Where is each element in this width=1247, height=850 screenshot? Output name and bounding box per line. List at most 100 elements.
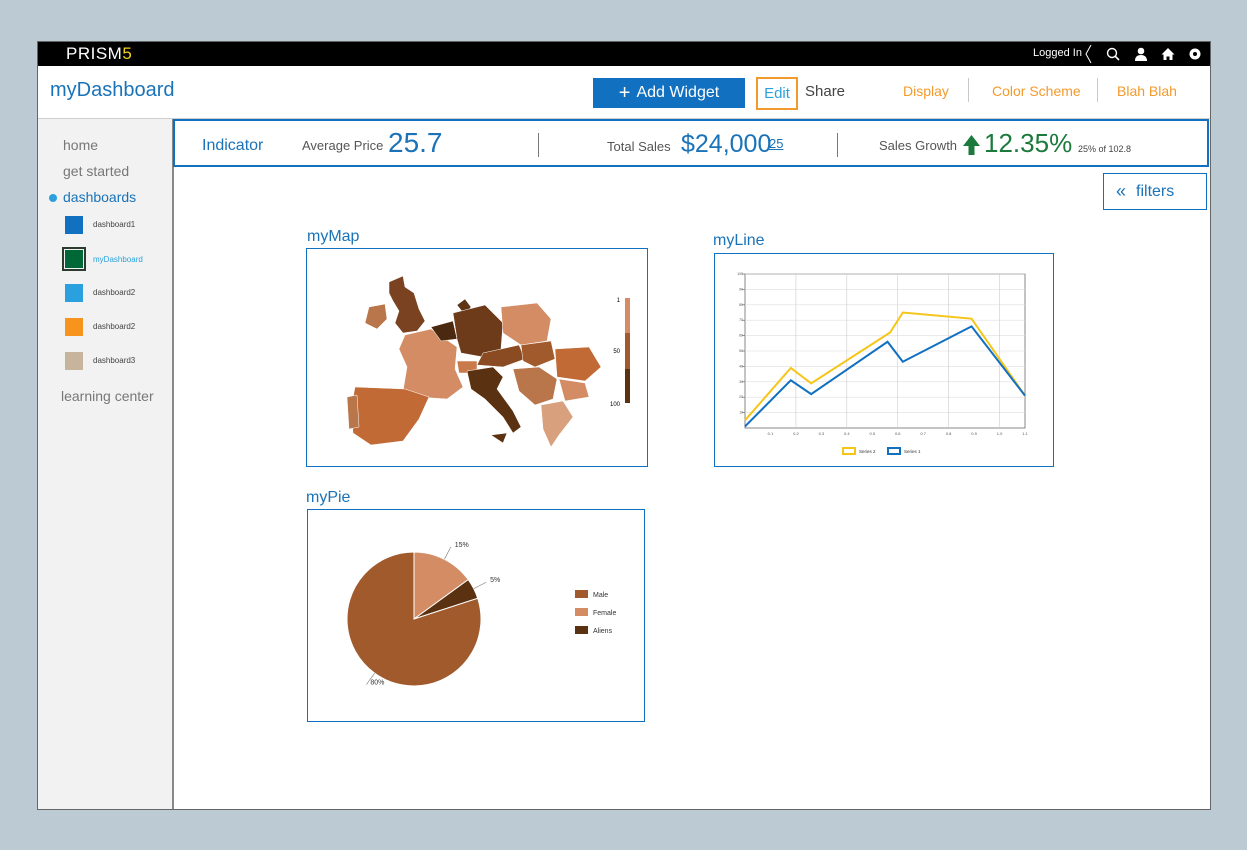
arrow-up-icon (963, 135, 980, 155)
map-region[interactable] (554, 346, 602, 382)
sidebar-item-dashboards[interactable]: dashboards (63, 189, 136, 205)
sidebar-dashboard-item[interactable]: dashboard3 (93, 356, 135, 365)
dashboard1-swatch[interactable] (65, 216, 83, 234)
europe-choropleth-map[interactable]: 1 50 100 (307, 249, 647, 466)
y-tick-label: 10 (739, 411, 743, 415)
dashboard-header: myDashboard + Add Widget Edit Share Displ… (38, 66, 1210, 119)
sidebar-dashboard-item[interactable]: dashboard1 (93, 220, 135, 229)
home-icon[interactable] (1161, 47, 1175, 61)
map-widget[interactable]: 1 50 100 (306, 248, 648, 467)
divider-chevron-icon (1085, 44, 1092, 64)
filters-button[interactable]: « filters (1103, 173, 1207, 210)
brand-accent: 5 (122, 44, 133, 63)
map-region[interactable] (466, 366, 522, 434)
map-widget-title: myMap (307, 228, 360, 245)
map-region[interactable] (452, 304, 504, 358)
page-title: myDashboard (50, 79, 175, 101)
double-chevron-left-icon: « (1116, 181, 1127, 201)
pie-widget[interactable]: 15% 5% 80% Male Female Aliens (307, 509, 645, 722)
user-icon[interactable] (1134, 47, 1148, 61)
x-tick-label: 0.8 (946, 431, 952, 436)
map-region[interactable] (364, 303, 388, 330)
map-region[interactable] (558, 378, 590, 402)
map-region[interactable] (350, 386, 430, 446)
indicator-title: Indicator (202, 137, 264, 154)
x-tick-label: 0.7 (920, 431, 926, 436)
sidebar-dashboard-item[interactable]: dashboard2 (93, 322, 135, 331)
x-tick-label: 0.4 (844, 431, 850, 436)
dashboard3-swatch[interactable] (65, 352, 83, 370)
sidebar-item-get-started[interactable]: get started (63, 163, 129, 179)
filters-label: filters (1136, 182, 1175, 200)
dashboard2-swatch[interactable] (65, 318, 83, 336)
total-sales-value: $24,000 (681, 130, 772, 158)
line-widget-title: myLine (713, 232, 765, 249)
map-region[interactable] (520, 340, 556, 368)
pie-leader-line (444, 546, 452, 560)
map-region[interactable] (512, 366, 558, 406)
y-tick-label: 100 (737, 272, 743, 276)
y-tick-label: 40 (739, 364, 743, 368)
map-region[interactable] (346, 394, 360, 430)
line-chart[interactable]: 10 20 30 40 50 60 70 80 90 100 0.1 0.2 0.3 0.4 0.5 0.6 0… (715, 254, 1053, 466)
edit-button[interactable]: Edit (756, 77, 798, 110)
legend-label: Female (593, 610, 616, 617)
share-button[interactable]: Share (805, 83, 845, 100)
brand-logo[interactable]: PRISM5 (66, 44, 132, 64)
active-indicator-dot (49, 194, 57, 202)
y-tick-label: 70 (739, 318, 743, 322)
sidebar: home get started dashboards dashboard1 m… (38, 119, 174, 809)
map-legend-bar-light (625, 298, 630, 333)
legend-label: Series 1 (904, 449, 921, 454)
blah-blah-menu[interactable]: Blah Blah (1117, 83, 1177, 99)
map-region[interactable] (388, 275, 426, 334)
x-tick-label: 0.6 (895, 431, 901, 436)
y-tick-label: 90 (739, 287, 743, 291)
y-tick-label: 60 (739, 334, 743, 338)
legend-swatch (887, 447, 901, 455)
search-icon[interactable] (1106, 47, 1120, 61)
map-region[interactable] (490, 432, 508, 444)
pie-data-label: 5% (490, 577, 500, 584)
logged-in-status: Logged In (1033, 47, 1082, 59)
add-widget-button[interactable]: + Add Widget (593, 78, 745, 108)
sidebar-item-home[interactable]: home (63, 137, 98, 153)
mydashboard-swatch[interactable] (62, 247, 86, 271)
map-region[interactable] (500, 302, 552, 346)
sales-growth-note: 25% of 102.8 (1078, 144, 1132, 154)
legend-swatch (575, 608, 588, 616)
plus-icon: + (618, 82, 631, 104)
display-menu[interactable]: Display (903, 83, 949, 99)
top-bar: PRISM5 Logged In (38, 42, 1210, 66)
legend-label: Aliens (593, 628, 613, 635)
pie-data-label: 80% (370, 680, 384, 687)
indicator-divider (538, 133, 539, 157)
sales-growth-label: Sales Growth (879, 138, 958, 153)
sidebar-dashboard-item[interactable]: dashboard2 (93, 288, 135, 297)
pie-leader-line (473, 581, 487, 589)
sidebar-item-learning-center[interactable]: learning center (61, 388, 154, 404)
sidebar-dashboard-item-active[interactable]: myDashboard (93, 255, 143, 264)
sales-growth-value: 12.35% (984, 128, 1073, 158)
dashboard2-swatch[interactable] (65, 284, 83, 302)
pie-chart[interactable]: 15% 5% 80% Male Female Aliens (308, 510, 644, 721)
legend-label: Series 2 (859, 449, 876, 454)
x-tick-label: 0.1 (768, 431, 774, 436)
add-widget-label: Add Widget (636, 84, 720, 101)
color-scheme-menu[interactable]: Color Scheme (992, 83, 1081, 99)
legend-swatch (575, 626, 588, 634)
x-tick-label: 0.5 (869, 431, 875, 436)
y-tick-label: 20 (739, 395, 743, 399)
line-widget[interactable]: 10 20 30 40 50 60 70 80 90 100 0.1 0.2 0.3 0.4 0.5 0.6 0… (714, 253, 1054, 467)
map-region[interactable] (540, 400, 574, 448)
app-window: PRISM5 Logged In myDashboard + Add Widget… (37, 41, 1211, 810)
x-tick-label: 1.0 (997, 431, 1003, 436)
settings-icon[interactable] (1188, 47, 1202, 61)
menu-divider (1097, 78, 1098, 102)
legend-swatch (575, 590, 588, 598)
map-legend-tick: 50 (613, 349, 620, 355)
x-tick-label: 1.1 (1022, 431, 1028, 436)
legend-label: Male (593, 592, 608, 599)
map-legend-bar-dark (625, 369, 630, 403)
map-legend-tick: 100 (610, 402, 621, 408)
